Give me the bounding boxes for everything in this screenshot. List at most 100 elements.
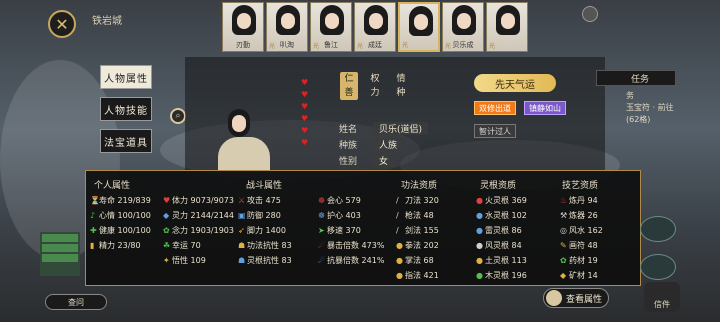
map-icon[interactable] bbox=[640, 254, 676, 280]
stat-value: 23/80 bbox=[117, 241, 141, 250]
stat-label: 画符 bbox=[569, 241, 588, 250]
stat-label: 移速 bbox=[327, 226, 346, 235]
stat-value: 475 bbox=[265, 196, 281, 205]
stat-label: 火灵根 bbox=[485, 196, 512, 205]
stat-label: 悟性 bbox=[172, 256, 191, 265]
identity-info: 姓名 贝乐(道侣) 种族 人族 性别 女 bbox=[325, 120, 429, 168]
tab-0[interactable]: 人物属性 bbox=[100, 65, 152, 89]
stat-icon: ☗ bbox=[238, 256, 246, 265]
stat-icon: / bbox=[396, 226, 399, 235]
portrait-face bbox=[237, 13, 251, 29]
stat-value: 48 bbox=[423, 211, 434, 220]
fortune-tag[interactable]: 双修出道 bbox=[474, 101, 516, 115]
stat-水灵根: ● 水灵根 102 bbox=[476, 210, 527, 221]
tab-2[interactable]: 法宝道具 bbox=[100, 129, 152, 153]
stat-label: 抗暴倍数 bbox=[327, 256, 362, 265]
portrait-tag: 光 bbox=[489, 43, 496, 50]
stat-矿材: ◆ 矿材 14 bbox=[560, 270, 598, 281]
stat-悟性: ✦ 悟性 109 bbox=[163, 255, 206, 266]
stat-药材: ✿ 药材 19 bbox=[560, 255, 598, 266]
minimap[interactable] bbox=[40, 232, 80, 276]
quest-line: (62格) bbox=[626, 115, 651, 124]
stat-炼器: ⚒ 炼器 26 bbox=[560, 210, 598, 221]
fortune-tag[interactable]: 智计过人 bbox=[474, 124, 516, 138]
identity-value: 贝乐(道侣) bbox=[373, 121, 429, 135]
col-title-personal: 个人属性 bbox=[94, 181, 131, 191]
map-icon[interactable] bbox=[640, 216, 676, 242]
stat-icon: ✿ bbox=[163, 226, 170, 235]
close-button[interactable]: ✕ bbox=[48, 10, 76, 38]
stat-画符: ✎ 画符 48 bbox=[560, 240, 598, 251]
search-icon[interactable]: ⌕ bbox=[170, 108, 186, 124]
stat-label: 防御 bbox=[247, 211, 266, 220]
character-portrait[interactable]: 光 bbox=[486, 2, 528, 52]
col-title-gongfa: 功法资质 bbox=[401, 181, 438, 191]
settings-icon[interactable] bbox=[582, 6, 598, 22]
stat-土灵根: ● 土灵根 113 bbox=[476, 255, 527, 266]
stat-体力: ♥ 体力 9073/9073 bbox=[163, 195, 234, 206]
trait-bottom: 力 bbox=[370, 88, 380, 98]
quest-title[interactable]: 任务 bbox=[596, 70, 676, 86]
stat-念力: ✿ 念力 1903/1903 bbox=[163, 225, 234, 236]
stat-label: 攻击 bbox=[247, 196, 266, 205]
stat-icon: ♥ bbox=[163, 196, 171, 205]
stat-icon: ⏳ bbox=[90, 196, 100, 205]
stat-value: 320 bbox=[423, 196, 439, 205]
stat-灵力: ◆ 灵力 2144/2144 bbox=[163, 210, 234, 221]
identity-key: 种族 bbox=[339, 140, 358, 151]
identity-value: 女 bbox=[373, 153, 395, 167]
tab-1[interactable]: 人物技能 bbox=[100, 97, 152, 121]
trait-list: 仁善权力情种 bbox=[340, 72, 410, 100]
stat-value: 421 bbox=[423, 271, 439, 280]
stat-value: 68 bbox=[423, 256, 434, 265]
character-portrait[interactable]: 光 bbox=[398, 2, 440, 52]
trait-item[interactable]: 仁善 bbox=[340, 72, 358, 100]
character-portrait[interactable]: 刃勤 bbox=[222, 2, 264, 52]
portrait-face bbox=[369, 13, 383, 29]
stat-木灵根: ● 木灵根 196 bbox=[476, 270, 527, 281]
stat-value: 280 bbox=[265, 211, 281, 220]
stat-value: 2144/2144 bbox=[190, 211, 234, 220]
stat-label: 矿材 bbox=[569, 271, 588, 280]
portrait-name: 鲁江 bbox=[324, 41, 338, 49]
fortune-tag[interactable]: 镇静如山 bbox=[524, 101, 566, 115]
stat-label: 脚力 bbox=[247, 226, 266, 235]
portrait-face bbox=[457, 13, 471, 29]
fortune-tags-2: 智计过人 bbox=[474, 124, 516, 138]
stat-label: 暴击倍数 bbox=[327, 241, 362, 250]
eye-icon bbox=[546, 290, 562, 306]
stat-value: 473% bbox=[361, 241, 385, 250]
trait-bottom: 种 bbox=[396, 88, 406, 98]
stat-灵根抗性: ☗ 灵根抗性 83 bbox=[238, 255, 292, 266]
trait-item[interactable]: 权力 bbox=[366, 72, 384, 100]
stat-label: 枪法 bbox=[405, 211, 424, 220]
stat-label: 精力 bbox=[99, 241, 118, 250]
stat-value: 86 bbox=[511, 226, 522, 235]
stat-label: 健康 bbox=[99, 226, 118, 235]
quest-panel: 任务 务玉宝符 · 前往 (62格) bbox=[596, 70, 676, 140]
character-portrait[interactable]: 光贝乐成 bbox=[442, 2, 484, 52]
affection-hearts: ♥ ♥ ♥ ♥ ♥ ♥ bbox=[301, 78, 308, 147]
stat-会心: ☸ 会心 579 bbox=[318, 195, 361, 206]
portrait-tag: 光 bbox=[402, 42, 409, 49]
stat-功法抗性: ☗ 功法抗性 83 bbox=[238, 240, 292, 251]
letter-button[interactable]: 信件 bbox=[644, 282, 680, 312]
side-icons bbox=[640, 216, 676, 280]
stat-icon: ➶ bbox=[238, 226, 245, 235]
stat-寿命: ⏳寿命 219/839 bbox=[90, 195, 151, 206]
character-portrait[interactable]: 光鲁江 bbox=[310, 2, 352, 52]
trait-item[interactable]: 情种 bbox=[392, 72, 410, 100]
view-attributes-button[interactable]: 查看属性 bbox=[543, 288, 609, 308]
stat-拳法: ● 拳法 202 bbox=[396, 240, 439, 251]
identity-value: 人族 bbox=[373, 137, 404, 151]
trait-top: 权 bbox=[370, 74, 380, 84]
character-portrait[interactable]: 光成廷 bbox=[354, 2, 396, 52]
stat-icon: ● bbox=[396, 241, 403, 250]
stat-value: 100/100 bbox=[117, 226, 151, 235]
ask-button[interactable]: 查问 bbox=[45, 294, 107, 310]
portrait-name: 成廷 bbox=[368, 41, 382, 49]
quest-line: 务 bbox=[626, 91, 634, 100]
portrait-face bbox=[501, 13, 515, 29]
stat-value: 113 bbox=[511, 256, 527, 265]
character-portrait[interactable]: 光叭淘 bbox=[266, 2, 308, 52]
